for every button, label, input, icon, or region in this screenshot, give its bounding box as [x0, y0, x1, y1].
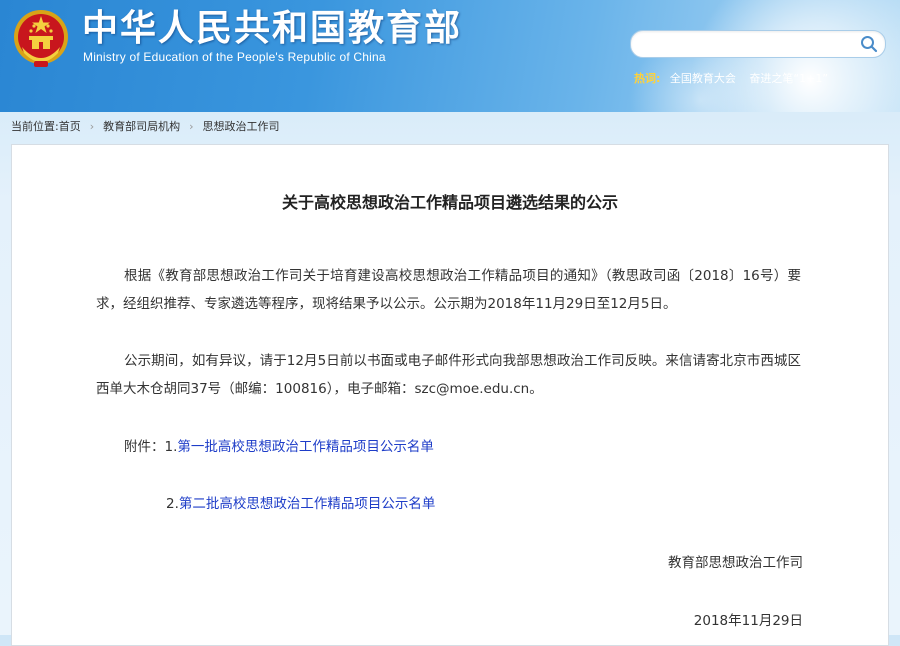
breadcrumb-link-current[interactable]: 思想政治工作司 — [203, 118, 280, 134]
signature: 教育部思想政治工作司 — [668, 555, 803, 571]
attachment-number: 1. — [164, 439, 178, 455]
site-header: 中华人民共和国教育部 Ministry of Education of the … — [0, 0, 900, 112]
breadcrumb-prefix: 当前位置: — [11, 120, 59, 133]
attachment-row: 2.第二批高校思想政治工作精品项目公示名单 — [166, 494, 435, 514]
attachment-number: 2. — [166, 496, 179, 512]
chevron-right-icon: › — [89, 120, 95, 133]
site-name-en: Ministry of Education of the People's Re… — [83, 50, 386, 64]
attachment-link-1[interactable]: 第一批高校思想政治工作精品项目公示名单 — [177, 439, 434, 455]
breadcrumb-home-link[interactable]: 首页 — [59, 118, 81, 134]
breadcrumb: 当前位置:首页 › 教育部司局机构 › 思想政治工作司 — [11, 118, 280, 134]
hot-words-label: 热词: — [634, 72, 661, 85]
search-input[interactable] — [643, 34, 847, 56]
hot-words: 热词: 全国教育大会 奋进之笔“1+1” — [634, 70, 838, 86]
breadcrumb-link-departments[interactable]: 教育部司局机构 — [103, 118, 180, 134]
article-title: 关于高校思想政治工作精品项目遴选结果的公示 — [281, 193, 618, 212]
hot-word-link[interactable]: 奋进之笔“1+1” — [749, 72, 828, 85]
article-paragraph: 公示期间，如有异议，请于12月5日前以书面或电子邮件形式向我部思想政治工作司反映… — [96, 353, 801, 397]
attachment-label: 附件： — [124, 439, 165, 455]
hot-word-link[interactable]: 全国教育大会 — [670, 72, 736, 85]
search-icon[interactable] — [859, 34, 879, 54]
search-box[interactable] — [630, 30, 886, 58]
article-content: 关于高校思想政治工作精品项目遴选结果的公示 根据《教育部思想政治工作司关于培育建… — [11, 144, 889, 646]
publish-date: 2018年11月29日 — [693, 613, 803, 629]
site-name-cn[interactable]: 中华人民共和国教育部 — [82, 4, 462, 52]
attachment-link-2[interactable]: 第二批高校思想政治工作精品项目公示名单 — [179, 496, 436, 512]
chevron-right-icon: › — [189, 120, 194, 133]
article-paragraph: 根据《教育部思想政治工作司关于培育建设高校思想政治工作精品项目的通知》（教思政司… — [96, 268, 801, 312]
attachment-row: 附件：1.第一批高校思想政治工作精品项目公示名单 — [124, 437, 434, 457]
national-emblem-icon[interactable] — [12, 7, 70, 71]
